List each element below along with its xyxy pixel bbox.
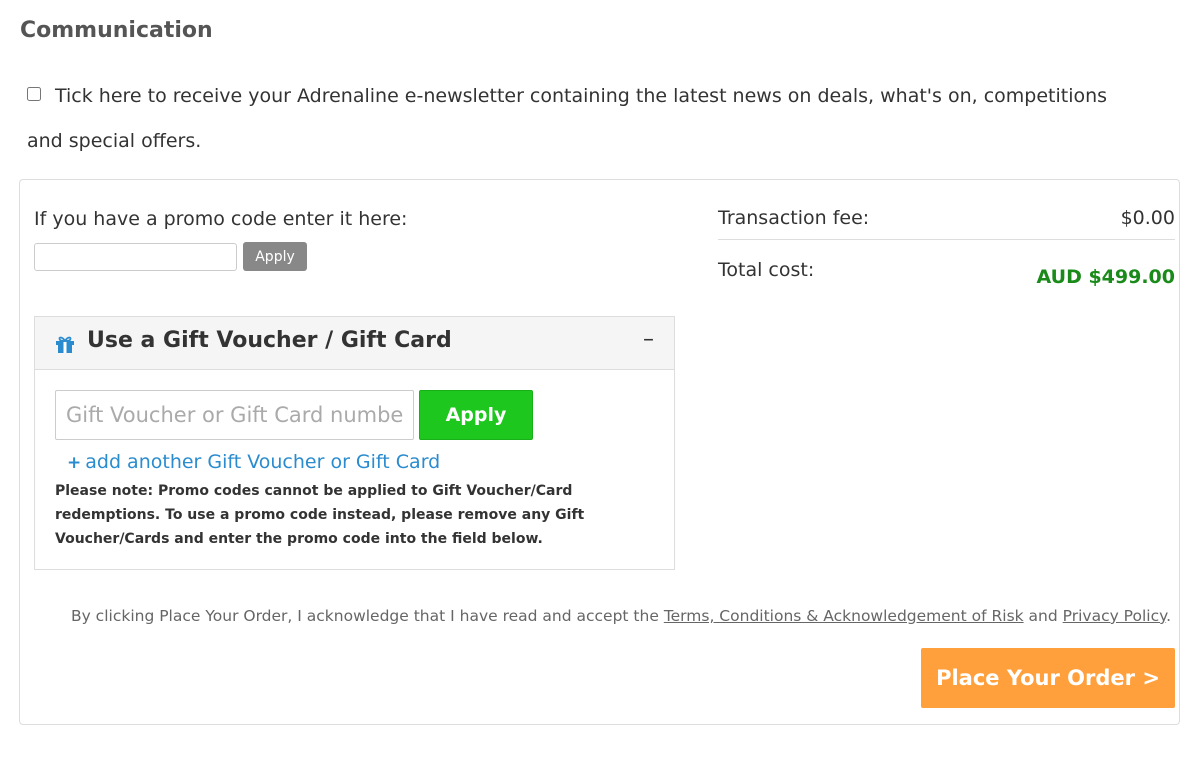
plus-icon: + [67,453,82,473]
legal-acknowledgement: By clicking Place Your Order, I acknowle… [71,607,1171,625]
transaction-fee-value: $0.00 [1120,207,1175,229]
newsletter-label: Tick here to receive your Adrenaline e-n… [27,85,1108,152]
legal-suffix: . [1166,607,1171,625]
promo-code-label: If you have a promo code enter it here: [34,208,408,230]
transaction-fee-label: Transaction fee: [718,207,870,229]
legal-middle: and [1023,607,1063,625]
gift-voucher-section: Use a Gift Voucher / Gift Card – Apply +… [34,316,675,570]
communication-title: Communication [20,18,213,43]
terms-link[interactable]: Terms, Conditions & Acknowledgement of R… [664,607,1024,625]
total-cost-label: Total cost: [718,259,815,281]
gift-voucher-header[interactable]: Use a Gift Voucher / Gift Card – [35,317,674,370]
total-cost-row: Total cost: AUD $499.00 [718,256,1175,296]
voucher-note: Please note: Promo codes cannot be appli… [55,483,585,547]
add-another-voucher-link[interactable]: + add another Gift Voucher or Gift Card [67,451,440,473]
gift-voucher-input[interactable] [55,390,414,440]
add-another-label: add another Gift Voucher or Gift Card [85,451,441,473]
newsletter-checkbox[interactable] [27,87,41,101]
newsletter-opt-in: Tick here to receive your Adrenaline e-n… [27,74,1147,164]
collapse-toggle[interactable]: – [643,327,654,352]
place-order-button[interactable]: Place Your Order > [921,648,1175,708]
total-cost-value: AUD $499.00 [1036,266,1175,288]
privacy-policy-link[interactable]: Privacy Policy [1063,607,1166,625]
gift-icon [56,336,74,353]
checkout-panel: If you have a promo code enter it here: … [19,179,1180,725]
transaction-fee-row: Transaction fee: $0.00 [718,204,1175,240]
legal-prefix: By clicking Place Your Order, I acknowle… [70,607,664,625]
promo-code-input[interactable] [34,243,237,271]
gift-voucher-apply-button[interactable]: Apply [419,390,533,440]
gift-voucher-title: Use a Gift Voucher / Gift Card [87,328,452,353]
promo-apply-button[interactable]: Apply [243,242,307,271]
